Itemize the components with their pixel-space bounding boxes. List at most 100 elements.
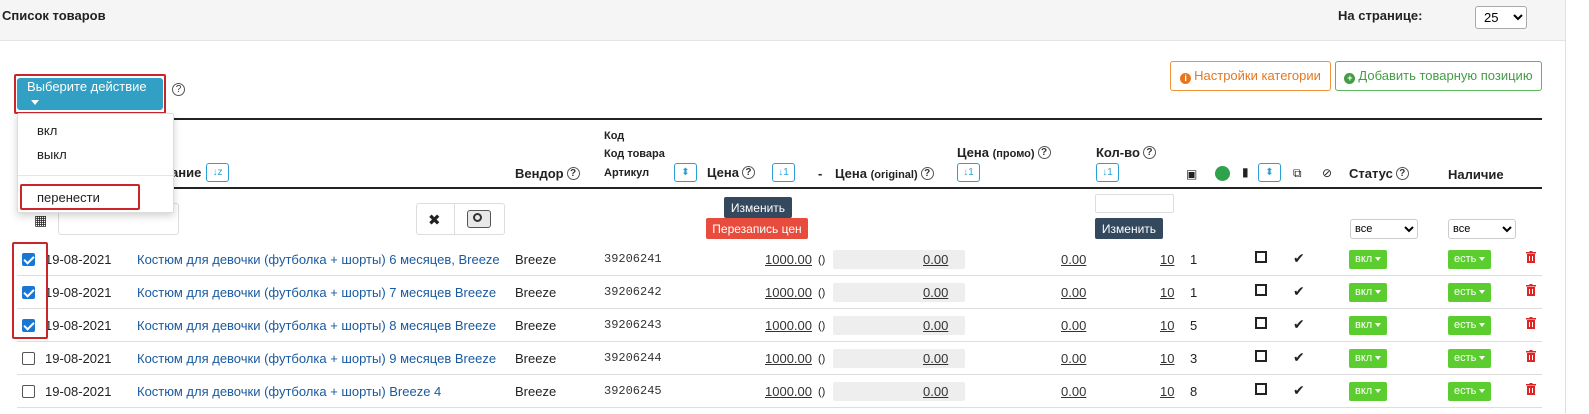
ban-icon: ⊘ [1322,166,1333,180]
row-original-price-link[interactable]: 0.00 [923,252,948,267]
row-original-price-link[interactable]: 0.00 [923,384,948,399]
row-original-price-link[interactable]: 0.00 [923,285,948,300]
table-row: 19-08-2021 Костюм для девочки (футболка +… [17,243,1542,276]
sort-numeric-icon[interactable]: ↓1 [957,163,980,182]
row-price-link[interactable]: 1000.00 [765,384,812,399]
add-product-label: Добавить товарную позицию [1358,68,1533,83]
add-product-button[interactable]: + Добавить товарную позицию [1335,61,1542,91]
row-qty-link[interactable]: 10 [1160,384,1174,399]
delete-icon[interactable] [1526,350,1536,362]
sort-toggle-icon[interactable]: ⬍ [1258,163,1281,182]
status-filter-select[interactable]: все [1350,219,1418,239]
help-icon[interactable]: ? [920,167,934,180]
row-availability-button[interactable]: есть [1448,349,1492,368]
row-availability-button[interactable]: есть [1448,316,1492,335]
caret-down-icon [1375,323,1382,328]
clear-icon[interactable]: ✖ [428,211,441,229]
row-availability-label: есть [1454,352,1477,364]
row-gallery-icon[interactable] [1255,350,1267,362]
row-availability-button[interactable]: есть [1448,283,1492,302]
row-gallery-icon[interactable] [1255,317,1267,329]
row-status-button[interactable]: вкл [1349,382,1388,401]
caret-down-icon [1479,257,1486,262]
row-qty-link[interactable]: 10 [1160,351,1174,366]
help-icon[interactable]: ? [172,83,185,96]
row-price-link[interactable]: 1000.00 [765,252,812,267]
column-vendor-header: Вендор? [515,166,580,181]
column-price-header: Цена? [707,165,755,180]
qty-filter-input[interactable] [1095,194,1174,213]
menu-item-off[interactable]: выкл [37,147,67,162]
menu-item-move[interactable]: перенести [37,190,100,205]
row-price-link[interactable]: 1000.00 [765,351,812,366]
row-qty-link[interactable]: 10 [1160,252,1174,267]
delete-icon[interactable] [1526,317,1536,329]
row-gallery-icon[interactable] [1255,251,1267,263]
row-product-name-link[interactable]: Костюм для девочки (футболка + шорты) 6 … [137,252,500,267]
delete-icon[interactable] [1526,383,1536,395]
row-price-paren: () [818,287,826,299]
row-availability-button[interactable]: есть [1448,250,1492,269]
row-check-icon: ✔ [1293,382,1305,398]
sort-alpha-icon[interactable]: ↓z [206,163,229,182]
row-promo-price-link[interactable]: 0.00 [1061,285,1086,300]
row-date: 19-08-2021 [45,285,112,300]
row-status-button[interactable]: вкл [1349,349,1388,368]
help-icon[interactable]: ? [566,167,580,180]
column-product-code-label: Код товара [604,148,665,160]
row-gallery-icon[interactable] [1255,383,1267,395]
row-checkbox[interactable] [22,352,35,365]
row-price-paren: () [818,353,826,365]
help-icon[interactable]: ? [1037,146,1051,159]
row-gallery-icon[interactable] [1255,284,1267,296]
row-checkbox[interactable] [22,319,35,332]
row-product-name-link[interactable]: Костюм для девочки (футболка + шорты) 7 … [137,285,496,300]
change-qty-button[interactable]: Изменить [1095,218,1163,239]
availability-filter-select[interactable]: все [1448,219,1516,239]
row-availability-button[interactable]: есть [1448,382,1492,401]
row-product-name-link[interactable]: Костюм для девочки (футболка + шорты) 9 … [137,351,496,366]
change-price-button[interactable]: Изменить [724,197,792,218]
row-status-label: вкл [1355,352,1373,364]
row-promo-price-link[interactable]: 0.00 [1061,384,1086,399]
row-vendor: Breeze [515,351,557,366]
row-status-button[interactable]: вкл [1349,283,1388,302]
row-original-price-link[interactable]: 0.00 [923,318,948,333]
row-promo-price-link[interactable]: 0.00 [1061,351,1086,366]
per-page-select[interactable]: 25 [1475,6,1527,29]
row-checkbox[interactable] [22,253,35,266]
row-product-name-link[interactable]: Костюм для девочки (футболка + шорты) Br… [137,384,441,399]
page-title: Список товаров [2,8,106,23]
row-code: 39206242 [604,285,662,299]
sort-numeric-icon[interactable]: ↓1 [772,163,795,182]
menu-item-on[interactable]: вкл [37,123,57,138]
delete-icon[interactable] [1526,251,1536,263]
help-icon[interactable]: ? [1395,167,1409,180]
delete-icon[interactable] [1526,284,1536,296]
row-checkbox[interactable] [22,385,35,398]
row-checkbox[interactable] [22,286,35,299]
row-price-link[interactable]: 1000.00 [765,285,812,300]
row-original-price-link[interactable]: 0.00 [923,351,948,366]
sort-numeric-icon[interactable]: ↓1 [1096,163,1119,182]
row-status-button[interactable]: вкл [1349,316,1388,335]
row-availability-label: есть [1454,253,1477,265]
caret-down-icon [1479,356,1486,361]
scrollbar-track[interactable] [1565,0,1589,414]
row-qty-link[interactable]: 10 [1160,318,1174,333]
select-action-button[interactable]: Выберите действие [17,78,163,110]
row-product-name-link[interactable]: Костюм для девочки (футболка + шорты) 8 … [137,318,496,333]
column-name-header[interactable]: ание [171,165,201,180]
row-price-link[interactable]: 1000.00 [765,318,812,333]
help-icon[interactable]: ? [1142,146,1156,159]
sort-toggle-icon[interactable]: ⬍ [674,163,697,182]
row-status-button[interactable]: вкл [1349,250,1388,269]
rewrite-prices-button[interactable]: Перезапись цен [706,218,808,239]
help-icon[interactable]: ? [741,166,755,179]
row-promo-price-link[interactable]: 0.00 [1061,318,1086,333]
row-promo-price-link[interactable]: 0.00 [1061,252,1086,267]
calendar-icon[interactable]: ▦ [34,212,47,229]
price-original-label: Цена [835,166,867,181]
row-qty-link[interactable]: 10 [1160,285,1174,300]
category-settings-button[interactable]: i Настройки категории [1170,61,1331,91]
